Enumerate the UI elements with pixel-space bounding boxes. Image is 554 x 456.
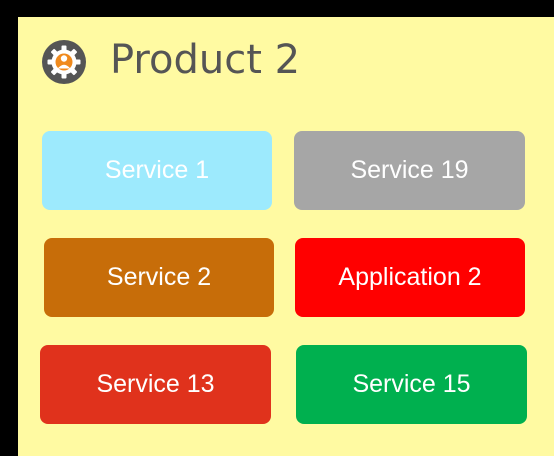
service-1-box[interactable]: Service 1 bbox=[42, 131, 272, 210]
service-13-box[interactable]: Service 13 bbox=[40, 345, 271, 424]
service-2-box[interactable]: Service 2 bbox=[44, 238, 274, 317]
product-title: Product 2 bbox=[110, 37, 301, 83]
service-19-box[interactable]: Service 19 bbox=[294, 131, 525, 210]
product-canvas: Product 2 Service 1 Service 19 Service 2… bbox=[0, 0, 554, 456]
service-15-box[interactable]: Service 15 bbox=[296, 345, 527, 424]
application-2-box[interactable]: Application 2 bbox=[295, 238, 525, 317]
gear-person-icon bbox=[42, 40, 86, 84]
